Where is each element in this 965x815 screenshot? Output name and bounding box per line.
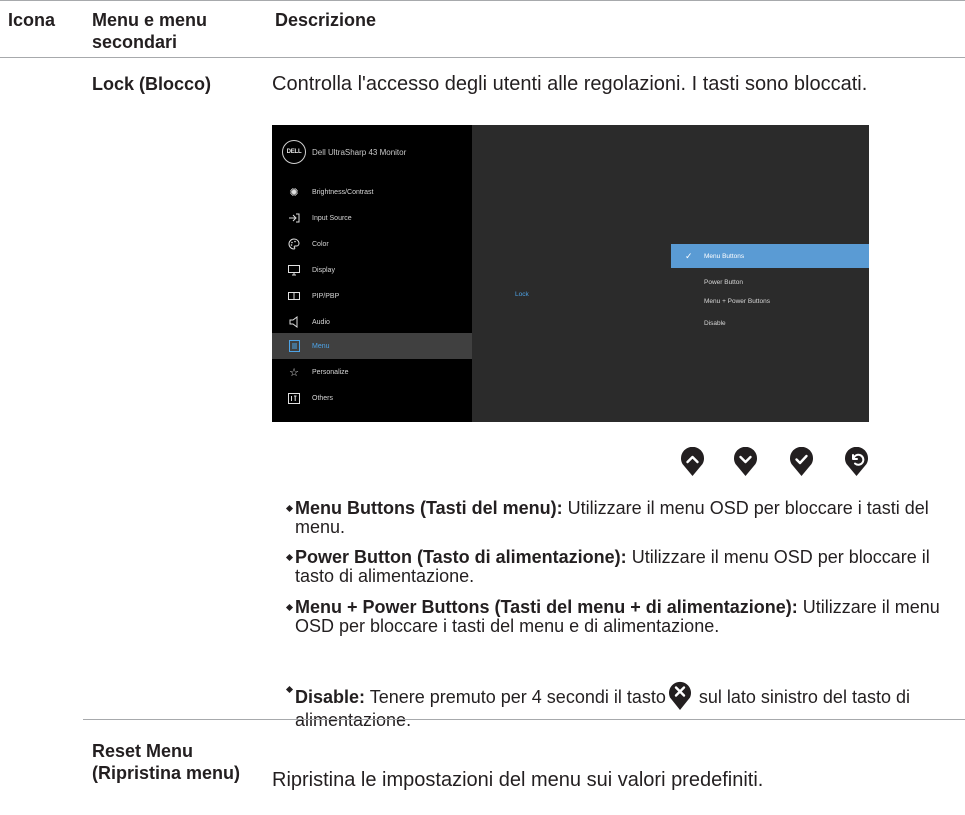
check-icon: ✓ (685, 250, 693, 261)
osd-item-display[interactable]: Display (272, 257, 472, 283)
check-button[interactable] (789, 447, 814, 477)
bullet-menu-buttons: Menu Buttons (Tasti del menu): Utilizzar… (285, 498, 965, 537)
bullet-menu-power-buttons: Menu + Power Buttons (Tasti del menu + d… (285, 597, 965, 636)
pip-pbp-icon (288, 290, 300, 302)
row-divider (83, 719, 965, 720)
osd-option-label: Disable (704, 319, 726, 327)
osd-item-menu[interactable]: Menu (272, 333, 472, 359)
dell-logo: DELL (282, 140, 306, 164)
osd-item-personalize[interactable]: ☆ Personalize (272, 359, 472, 385)
bullet-term: Disable: (295, 687, 366, 707)
header-description: Descrizione (275, 10, 377, 30)
osd-main-menu: DELL Dell UltraSharp 43 Monitor ✺ Bright… (272, 125, 472, 422)
osd-title: Dell UltraSharp 43 Monitor (312, 147, 407, 157)
osd-brand: DELL Dell UltraSharp 43 Monitor (282, 140, 407, 164)
brightness-icon: ✺ (289, 186, 299, 199)
osd-item-label: Personalize (312, 368, 349, 376)
header-icon: Icona (8, 10, 56, 30)
lock-row-name: Lock (Blocco) (92, 74, 212, 94)
osd-item-label: Audio (312, 318, 330, 326)
display-icon (288, 264, 300, 276)
osd-item-input-source[interactable]: Input Source (272, 205, 472, 231)
reset-row-name: Reset Menu (Ripristina menu) (92, 741, 241, 783)
header-menu: Menu e menu secondari (92, 10, 208, 52)
top-rule (0, 0, 965, 1)
osd-option-menu-buttons[interactable]: ✓ Menu Buttons (671, 244, 869, 268)
header-rule (0, 57, 965, 58)
osd-screenshot: DELL Dell UltraSharp 43 Monitor ✺ Bright… (272, 125, 869, 422)
osd-item-label: Others (312, 394, 334, 402)
down-arrow-icon (734, 447, 757, 476)
bullet-disable: Disable: Tenere premuto per 4 secondi il… (285, 680, 965, 730)
osd-item-label: Color (312, 240, 329, 248)
speaker-icon (288, 316, 300, 328)
others-icon (288, 392, 300, 404)
osd-option-label: Menu Buttons (704, 252, 745, 260)
back-icon (845, 447, 868, 476)
osd-item-label: PIP/PBP (312, 292, 340, 300)
osd-item-audio[interactable]: Audio (272, 309, 472, 335)
color-palette-icon (288, 238, 300, 250)
osd-item-label: Brightness/Contrast (312, 188, 374, 196)
osd-option-menu-power-buttons[interactable]: Menu + Power Buttons (671, 289, 869, 313)
bullet-power-button: Power Button (Tasto di alimentazione): U… (285, 547, 965, 586)
down-button[interactable] (733, 447, 758, 477)
osd-submenu-lock[interactable]: Lock (515, 291, 529, 298)
osd-option-label: Menu + Power Buttons (704, 297, 770, 305)
menu-icon (288, 340, 300, 352)
check-icon (790, 447, 813, 476)
bullet-text: Tenere premuto per 4 secondi il tasto (365, 687, 666, 707)
osd-option-label: Power Button (704, 278, 744, 286)
reset-row-description: Ripristina le impostazioni del menu sui … (272, 769, 764, 791)
input-source-icon (288, 212, 300, 224)
osd-item-color[interactable]: Color (272, 231, 472, 257)
back-button[interactable] (844, 447, 869, 477)
osd-item-pip-pbp[interactable]: PIP/PBP (272, 283, 472, 309)
close-icon (668, 681, 691, 710)
osd-item-others[interactable]: Others (272, 385, 472, 411)
osd-item-label: Display (312, 266, 335, 274)
osd-item-label: Menu (312, 342, 330, 350)
up-arrow-icon (681, 447, 704, 476)
lock-row-description: Controlla l'accesso degli utenti alle re… (272, 73, 868, 95)
osd-item-label: Input Source (312, 214, 352, 222)
star-icon: ☆ (289, 366, 299, 379)
bullet-term: Menu + Power Buttons (Tasti del menu + d… (295, 597, 798, 617)
up-button[interactable] (680, 447, 705, 477)
bullet-term: Power Button (Tasto di alimentazione): (295, 547, 627, 567)
osd-item-brightness[interactable]: ✺ Brightness/Contrast (272, 179, 472, 205)
bullet-term: Menu Buttons (Tasti del menu): (295, 498, 563, 518)
osd-option-disable[interactable]: Disable (671, 311, 869, 335)
